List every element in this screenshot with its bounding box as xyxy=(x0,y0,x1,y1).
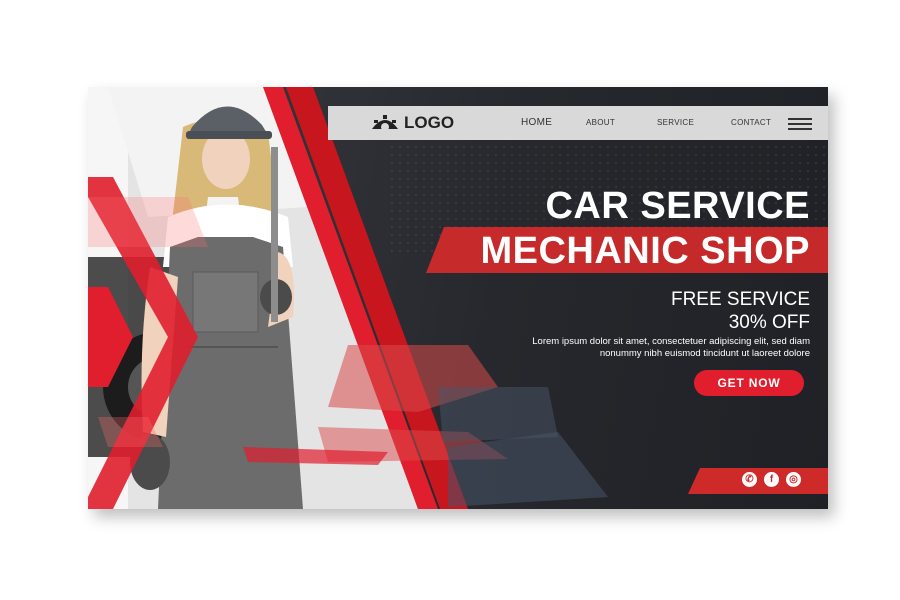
logo[interactable]: LOGO xyxy=(370,111,454,135)
whatsapp-icon[interactable]: ✆ xyxy=(742,472,757,487)
get-now-button[interactable]: GET NOW xyxy=(694,370,804,396)
social-band xyxy=(688,468,828,494)
nav-home[interactable]: HOME xyxy=(521,117,552,128)
landing-page-card: LOGO HOME ABOUT SERVICE CONTACT CAR SERV… xyxy=(88,87,828,509)
hero-description: Lorem ipsum dolor sit amet, consectetuer… xyxy=(532,336,810,359)
offer-line2: 30% OFF xyxy=(728,312,810,333)
instagram-icon[interactable]: ◎ xyxy=(786,472,801,487)
logo-text: LOGO xyxy=(404,113,455,132)
gear-car-icon xyxy=(372,115,398,131)
nav-service[interactable]: SERVICE xyxy=(657,118,694,127)
facebook-icon[interactable]: f xyxy=(764,472,779,487)
offer-line1: FREE SERVICE xyxy=(670,289,810,310)
hamburger-menu-icon[interactable] xyxy=(788,118,812,130)
nav-contact[interactable]: CONTACT xyxy=(731,118,771,127)
nav-about[interactable]: ABOUT xyxy=(586,118,615,127)
hero-title-line1: CAR SERVICE xyxy=(545,185,810,227)
hero-title-line2: MECHANIC SHOP xyxy=(480,230,810,272)
